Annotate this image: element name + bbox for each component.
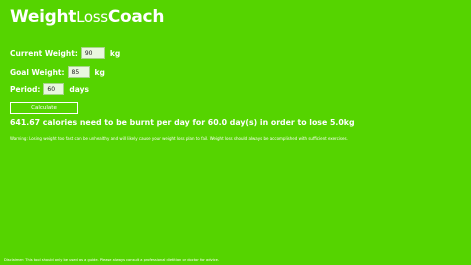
app-title-loss: Loss <box>76 8 108 26</box>
current-weight-row: Current Weight: kg <box>10 45 120 61</box>
period-label: Period: <box>10 84 41 94</box>
current-weight-label: Current Weight: <box>10 48 78 58</box>
goal-weight-unit: kg <box>94 67 105 77</box>
app-title-weight: Weight <box>10 7 77 27</box>
current-weight-input[interactable] <box>80 47 105 59</box>
disclaimer-text: Disclaimer: This tool should only be use… <box>4 258 219 262</box>
app-title-coach: Coach <box>107 7 165 27</box>
app-title: WeightLossCoach <box>10 4 164 30</box>
calculate-button[interactable]: Calculate <box>10 102 78 114</box>
warning-text: Warning: Losing weight too fast can be u… <box>10 136 348 141</box>
goal-weight-label: Goal Weight: <box>10 67 65 77</box>
period-row: Period: days <box>10 81 89 97</box>
period-input[interactable] <box>43 83 65 95</box>
goal-weight-input[interactable] <box>67 66 90 78</box>
period-unit: days <box>69 84 89 94</box>
goal-weight-row: Goal Weight: kg <box>10 64 105 80</box>
current-weight-unit: kg <box>109 48 121 58</box>
result-text: 641.67 calories need to be burnt per day… <box>10 118 355 127</box>
